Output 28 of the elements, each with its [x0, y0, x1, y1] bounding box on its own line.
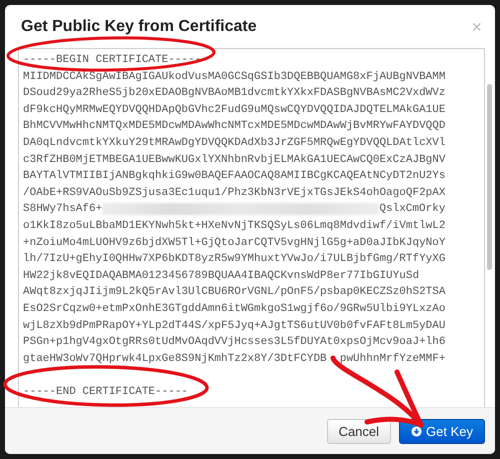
certificate-line: c3RfZHB0MjETMBEGA1UEBwwKUGxlYXNhbnRvbjELMAkGA1UECAwCQ0ExCzAJBgNV	[23, 152, 446, 168]
scrollbar-thumb[interactable]	[487, 84, 492, 270]
certificate-line: /OAbE+RS9VAOuSb9ZSjusa3Ec1uqu1/Phz3KbN3rVEjxTGsJEkS4ohOagoQF2pAX	[23, 186, 446, 201]
certificate-begin-line: -----BEGIN CERTIFICATE-----	[23, 53, 202, 68]
download-circle-icon	[411, 426, 422, 436]
certificate-line: o1KkI8zo5uLBbaMD1EKYNwh5kt+HXeNvNjTKSQSyLs06Lmq8Mdvdiwf/iVmtlwL2	[23, 218, 446, 234]
dialog-title: Get Public Key from Certificate	[21, 18, 257, 36]
certificate-line: dF9kcHQyMRMwEQYDVQQHDApQbGVhc2FudG9uMQswCQYDVQQIDAJDQTELMAkGA1UE	[23, 102, 446, 118]
certificate-line: pwUhhnMrfYzeMMF+	[340, 352, 446, 367]
certificate-line: +nZoiuMo4mLUOHV9z6bjdXW5Tl+GjQtoJarCQTV5vgHNjlG5g+aD0aJIbKJqyNoY	[23, 236, 446, 251]
certificate-line: QslxCmOrky	[379, 202, 446, 218]
certificate-line: PSGn+p1hgV4gxOtgRRs0tUdMvOAqdVVjHcsses3L5fDUYAt0xpsOjMcv9oaJ+lh6	[23, 335, 446, 350]
certificate-end-line: -----END CERTIFICATE-----	[23, 384, 188, 400]
certificate-text-area[interactable]	[18, 48, 485, 407]
certificate-line: BhMCVVMwHhcNMTQxMDE5MDcwMDAwWhcNMTcxMDE5MDcwMDAwWjBvMRYwFAYDVQQD	[23, 119, 446, 134]
certificate-line: wjL8zXb9dPmPRapOY+YLp2dT44S/xpF5Jyq+AJgtTS6utUV0b0fvFAFt8Lm5yDAU	[23, 318, 446, 334]
certificate-line: lh/7IzU+gEhyI0QHHw7XP6bKDT8yzR5w9YMhuxtYVwJo/i7ULBjbfGmg/RTfYyXG	[23, 252, 446, 268]
certificate-line: DSoud29ya2RheS5jb20xEDAOBgNVBAoMB1dvcmtkYXkxFDASBgNVBAsMC2VxdWVz	[23, 86, 446, 102]
get-key-button[interactable]: Get Key	[399, 418, 485, 444]
certificate-line: S8HWy7hsAf6+	[23, 202, 102, 218]
certificate-line: AWqt8zxjqJIijm9L2kQ5rAvl3UlCBU6ROrVGNL/pOnF5/psbap0KECZSz0hS2TSA	[23, 285, 446, 300]
certificate-line: gtaeHW3oWv7QHprwk4LpxGe8S9NjKmhTz2x8Y/3DtFCYDB	[23, 352, 327, 367]
certificate-line: EsO2SrCqzw0+etmPxOnhE3GTgddAmn6itWGmkgoS1wgjf6o/9GRw5Ulbi9YLxzAo	[23, 302, 446, 317]
certificate-line: DA0qLndvcmtkYXkuY29tMRAwDgYDVQQKDAdXb3JrZGF5MRQwEgYDVQQLDAtlcXVl	[23, 136, 446, 151]
certificate-line: MIIDMDCCAkSgAwIBAgIGAUkodVusMA0GCSqGSIb3DQEBBQUAMG8xFjAUBgNVBAMM	[23, 70, 446, 85]
certificate-line: HW22jk8vEQIDAQABMA0123456789BQUAA4IBAQCKvnsWdP8er77IbGIUYuSd	[23, 268, 420, 284]
certificate-line: BAYTAlVTMIIBIjANBgkqhkiG9w0BAQEFAAOCAQ8AMIIBCgKCAQEAtNCyDT2nU2Ys	[23, 169, 446, 184]
cancel-button[interactable]: Cancel	[326, 418, 392, 444]
